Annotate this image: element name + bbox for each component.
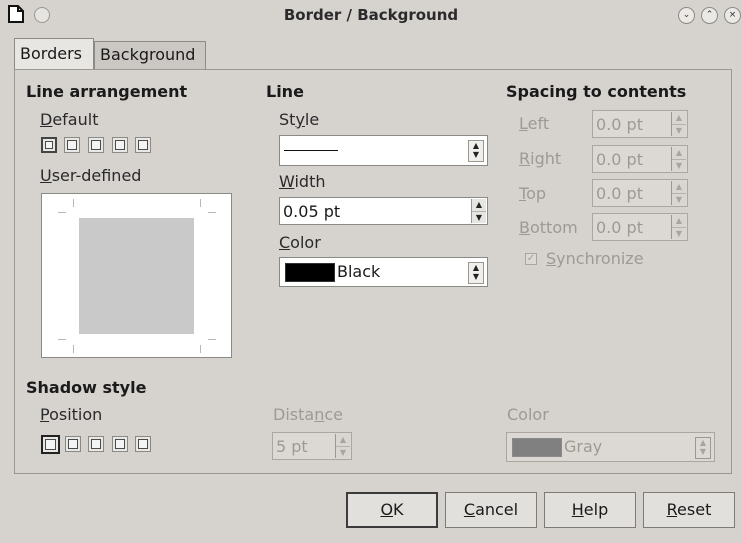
spacing-top-label: Top	[519, 184, 547, 203]
shadow-color-value: Gray	[564, 437, 603, 456]
color-label: Color	[279, 233, 321, 252]
window-title: Border / Background	[283, 6, 459, 24]
tab-background[interactable]: Background	[94, 41, 206, 69]
spacing-bottom-field[interactable]: 0.0 pt ▲ ▼	[592, 213, 688, 241]
cancel-button[interactable]: Cancel	[445, 492, 537, 528]
spacing-left-label: Left	[519, 114, 550, 133]
reset-button[interactable]: Reset	[643, 492, 735, 528]
line-heading: Line	[266, 82, 304, 101]
shadow-none[interactable]	[41, 435, 60, 454]
spacing-right-label: Right	[519, 149, 562, 168]
line-style-sample	[284, 150, 338, 151]
shadow-color-select[interactable]: Gray ▲ ▼	[506, 432, 715, 462]
spacing-heading: Spacing to contents	[506, 82, 687, 101]
line-width-field[interactable]: 0.05 pt ▲ ▼	[279, 197, 488, 225]
line-style-dropdown-arrow[interactable]: ▲ ▼	[468, 140, 484, 162]
width-label: Width	[279, 172, 326, 191]
help-button[interactable]: Help	[544, 492, 636, 528]
title-bar: Border / Background ⌄ ⌃ ×	[0, 0, 742, 30]
default-presets	[41, 137, 153, 157]
preset-box-inner[interactable]	[88, 137, 104, 153]
spacing-left-field[interactable]: 0.0 pt ▲ ▼	[592, 110, 688, 138]
shadow-top-right[interactable]	[88, 436, 104, 452]
line-arrangement-heading: Line arrangement	[26, 82, 188, 101]
line-color-dropdown-arrow[interactable]: ▲ ▼	[468, 262, 484, 284]
tab-borders[interactable]: Borders	[14, 38, 94, 69]
shadow-position-presets	[41, 435, 153, 457]
line-color-select[interactable]: Black ▲ ▼	[279, 257, 488, 287]
shadow-distance-field[interactable]: 5 pt ▲ ▼	[272, 432, 352, 460]
synchronize-label: Synchronize	[546, 249, 644, 268]
line-width-spinner[interactable]: ▲ ▼	[471, 199, 486, 223]
preset-left-right[interactable]	[112, 137, 128, 153]
preset-box[interactable]	[64, 137, 80, 153]
preset-none[interactable]	[41, 137, 57, 153]
shadow-color-dropdown-arrow[interactable]: ▲ ▼	[695, 437, 711, 459]
shadow-style-heading: Shadow style	[26, 378, 147, 397]
line-color-value: Black	[337, 262, 381, 281]
shadow-color-label: Color	[507, 405, 549, 424]
style-label: Style	[279, 110, 320, 129]
line-style-select[interactable]: ▲ ▼	[279, 135, 488, 166]
shadow-distance-label: Distance	[273, 405, 343, 424]
spacing-top-field[interactable]: 0.0 pt ▲ ▼	[592, 179, 688, 207]
spacing-right-field[interactable]: 0.0 pt ▲ ▼	[592, 145, 688, 173]
ok-button[interactable]: OK	[346, 492, 438, 528]
close-button[interactable]: ×	[724, 7, 741, 24]
shadow-bottom-right[interactable]	[65, 436, 81, 452]
spacing-bottom-label: Bottom	[519, 218, 578, 237]
user-defined-border-preview[interactable]	[41, 193, 232, 358]
default-label: Default	[40, 110, 99, 129]
minimize-button[interactable]: ⌄	[678, 7, 695, 24]
user-defined-label: User-defined	[40, 166, 142, 185]
preset-top-bottom[interactable]	[135, 137, 151, 153]
shadow-top-left[interactable]	[135, 436, 151, 452]
line-color-swatch	[285, 263, 335, 282]
synchronize-checkbox[interactable]: ✓	[525, 253, 537, 265]
preview-content-area	[79, 218, 194, 334]
shadow-position-label: Position	[40, 405, 103, 424]
shadow-color-swatch	[512, 438, 562, 457]
shadow-bottom-left[interactable]	[112, 436, 128, 452]
maximize-button[interactable]: ⌃	[701, 7, 718, 24]
